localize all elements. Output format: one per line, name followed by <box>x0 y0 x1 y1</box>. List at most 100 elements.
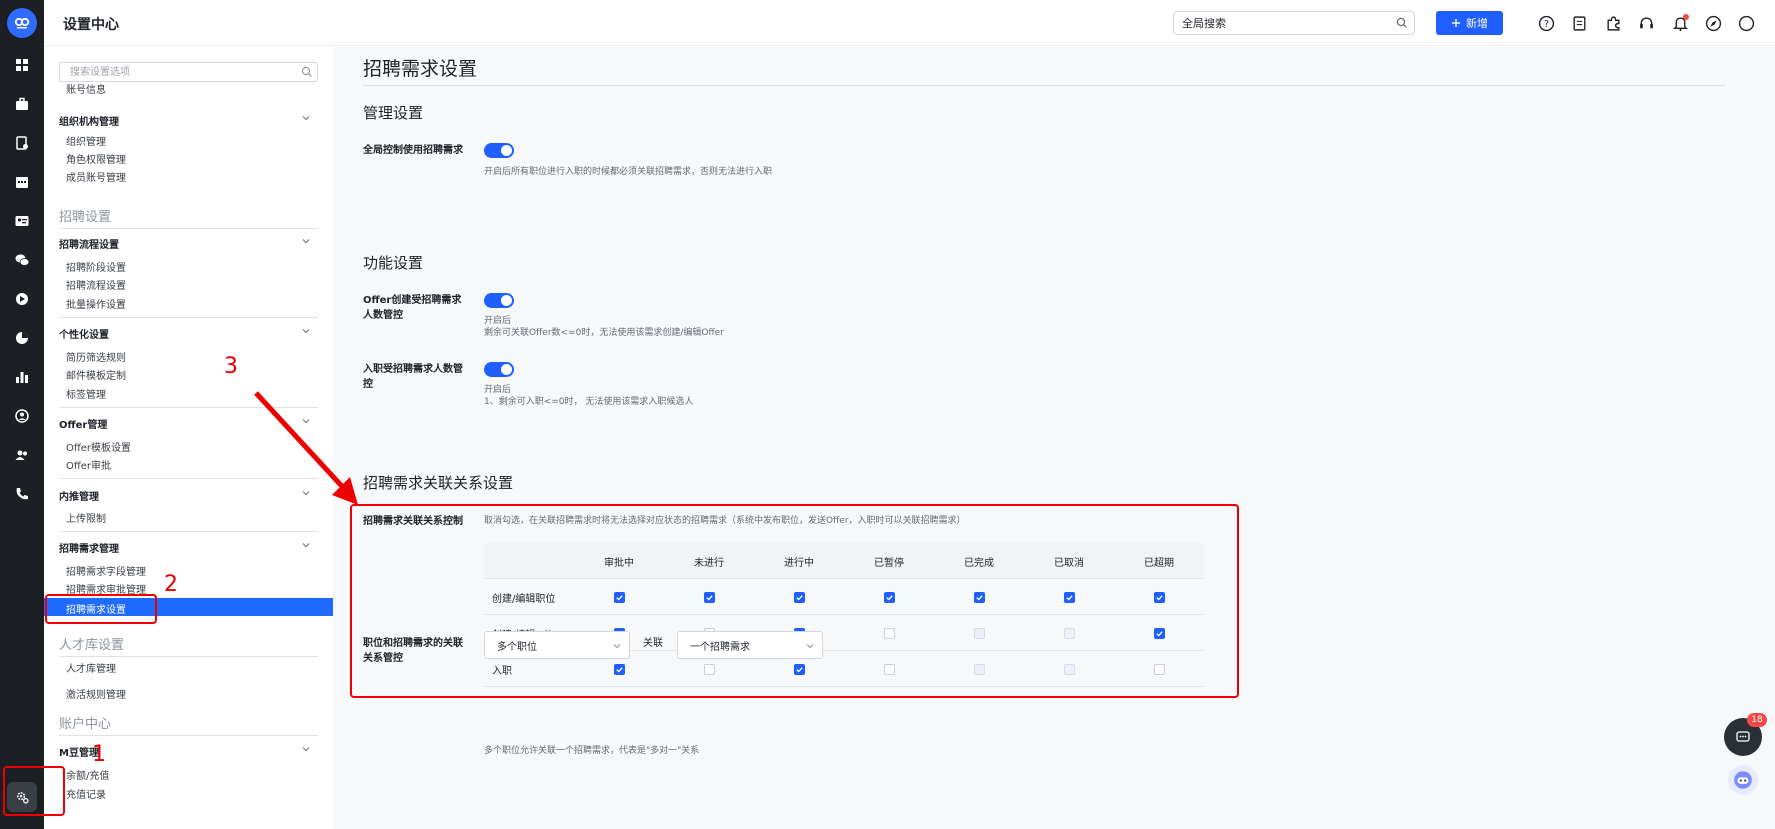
app-logo[interactable] <box>7 8 37 38</box>
sidebar-item-account-info[interactable]: 账号信息 <box>66 81 106 96</box>
help-icon[interactable]: ? <box>1537 14 1555 32</box>
sidebar-item-talent-pool[interactable]: 人才库管理 <box>66 660 116 675</box>
sidebar-item-offer-template[interactable]: Offer模板设置 <box>66 439 131 454</box>
sidebar-item-mail-template[interactable]: 邮件模板定制 <box>66 367 126 382</box>
pie-chart-icon[interactable] <box>13 329 31 347</box>
team-icon[interactable] <box>13 446 31 464</box>
entry-control-desc-1: 开启后 <box>484 385 512 395</box>
robot-icon <box>1734 771 1752 789</box>
divider <box>363 85 1725 86</box>
divider <box>59 531 318 532</box>
briefcase-icon[interactable] <box>13 95 31 113</box>
icon-rail <box>0 0 44 829</box>
sidebar-group-offer[interactable]: Offer管理 <box>59 416 107 431</box>
plus-icon <box>1452 19 1460 27</box>
sidebar-item-tags[interactable]: 标签管理 <box>66 386 106 401</box>
wechat-icon[interactable] <box>13 251 31 269</box>
svg-text:?: ? <box>1543 19 1548 30</box>
sidebar-search-input[interactable] <box>60 63 290 81</box>
annotation-number-3: 3 <box>224 354 238 379</box>
entry-control-label: 入职受招聘需求人数管控 <box>363 364 463 390</box>
support-icon[interactable] <box>1637 14 1655 32</box>
sidebar-group-personal[interactable]: 个性化设置 <box>59 326 109 341</box>
chevron-down-icon[interactable] <box>302 541 310 549</box>
sidebar-item-resume-filter[interactable]: 简历筛选规则 <box>66 349 126 364</box>
more-icon[interactable] <box>1737 14 1755 32</box>
phone-icon[interactable] <box>13 485 31 503</box>
divider <box>59 656 318 657</box>
sidebar-search-box[interactable] <box>59 62 318 82</box>
sidebar-group-flow[interactable]: 招聘流程设置 <box>59 236 119 251</box>
annotation-box-2 <box>45 594 157 624</box>
bar-chart-icon[interactable] <box>13 368 31 386</box>
sidebar-item-demand-fields[interactable]: 招聘需求字段管理 <box>66 563 146 578</box>
global-search-box[interactable] <box>1173 11 1415 35</box>
annotation-number-1: 1 <box>92 742 106 767</box>
chat-icon <box>1736 731 1750 742</box>
search-icon[interactable] <box>301 66 313 78</box>
toggle-knob <box>501 145 512 156</box>
sidebar-item-member-account[interactable]: 成员账号管理 <box>66 169 126 184</box>
sidebar-section-talent: 人才库设置 <box>59 638 125 653</box>
bell-icon[interactable] <box>1671 14 1689 32</box>
user-circle-icon[interactable] <box>13 407 31 425</box>
sidebar-group-demand[interactable]: 招聘需求管理 <box>59 540 119 555</box>
page-header-title: 设置中心 <box>63 17 119 33</box>
mapping-desc: 多个职位允许关联一个招聘需求，代表是"多对一"关系 <box>484 746 700 756</box>
chevron-down-icon[interactable] <box>302 327 310 335</box>
sidebar-item-upload-limit[interactable]: 上传限制 <box>66 510 106 525</box>
sidebar-item-flow[interactable]: 招聘流程设置 <box>66 277 126 292</box>
document-icon[interactable] <box>1570 14 1588 32</box>
sidebar-item-org-manage[interactable]: 组织管理 <box>66 133 106 148</box>
dashboard-icon[interactable] <box>13 56 31 74</box>
chevron-down-icon[interactable] <box>302 745 310 753</box>
offer-control-desc-2: 剩余可关联Offer数<=0时，无法使用该需求创建/编辑Offer <box>484 328 724 338</box>
global-control-toggle[interactable] <box>484 143 514 158</box>
sidebar-item-role-perm[interactable]: 角色权限管理 <box>66 151 126 166</box>
divider <box>59 735 318 736</box>
compass-icon[interactable] <box>1704 14 1722 32</box>
offer-control-toggle[interactable] <box>484 293 514 308</box>
notification-dot <box>1683 14 1689 20</box>
divider <box>59 228 318 229</box>
section-heading-func: 功能设置 <box>363 254 424 272</box>
chat-badge: 18 <box>1747 713 1767 727</box>
main-content: 招聘需求设置 管理设置 全局控制使用招聘需求 开启后所有职位进行入职的时候都必须… <box>333 47 1775 829</box>
divider <box>59 317 318 318</box>
section-heading-manage: 管理设置 <box>363 104 424 122</box>
annotation-number-2: 2 <box>164 572 178 597</box>
toggle-knob <box>501 364 512 375</box>
channel-icon[interactable] <box>13 290 31 308</box>
annotation-box-3 <box>350 504 1239 698</box>
calendar-icon[interactable] <box>13 173 31 191</box>
entry-control-toggle[interactable] <box>484 362 514 377</box>
sidebar-section-account: 账户中心 <box>59 717 112 732</box>
chevron-down-icon[interactable] <box>302 237 310 245</box>
toggle-knob <box>501 295 512 306</box>
sidebar-group-referral[interactable]: 内推管理 <box>59 488 99 503</box>
sidebar-section-recruit: 招聘设置 <box>59 210 112 225</box>
offer-control-desc-1: 开启后 <box>484 316 512 326</box>
global-search-input[interactable] <box>1174 12 1374 34</box>
assistant-bot-button[interactable] <box>1728 765 1758 795</box>
sidebar-item-offer-approval[interactable]: Offer审批 <box>66 457 111 472</box>
chevron-down-icon[interactable] <box>302 114 310 122</box>
sidebar-item-activation-rules[interactable]: 激活规则管理 <box>66 686 126 701</box>
resume-icon[interactable] <box>13 134 31 152</box>
offer-control-label: Offer创建受招聘需求人数管控 <box>363 295 462 321</box>
id-card-icon[interactable] <box>13 212 31 230</box>
sidebar-item-balance[interactable]: 余额/充值 <box>66 767 109 782</box>
sidebar-item-recharge-record[interactable]: 充值记录 <box>66 786 106 801</box>
search-icon[interactable] <box>1396 17 1408 29</box>
section-heading-relation: 招聘需求关联关系设置 <box>363 474 514 492</box>
annotation-box-1 <box>3 766 65 816</box>
sidebar-item-batch[interactable]: 批量操作设置 <box>66 296 126 311</box>
sidebar-item-stage[interactable]: 招聘阶段设置 <box>66 259 126 274</box>
plugin-icon[interactable] <box>1604 14 1622 32</box>
sidebar-group-org[interactable]: 组织机构管理 <box>59 113 119 128</box>
page-title: 招聘需求设置 <box>363 58 478 80</box>
logo-icon <box>14 17 30 29</box>
new-button[interactable]: 新增 <box>1436 11 1503 35</box>
annotation-arrow <box>254 391 358 505</box>
global-control-desc: 开启后所有职位进行入职的时候都必须关联招聘需求，否则无法进行入职 <box>484 167 773 177</box>
